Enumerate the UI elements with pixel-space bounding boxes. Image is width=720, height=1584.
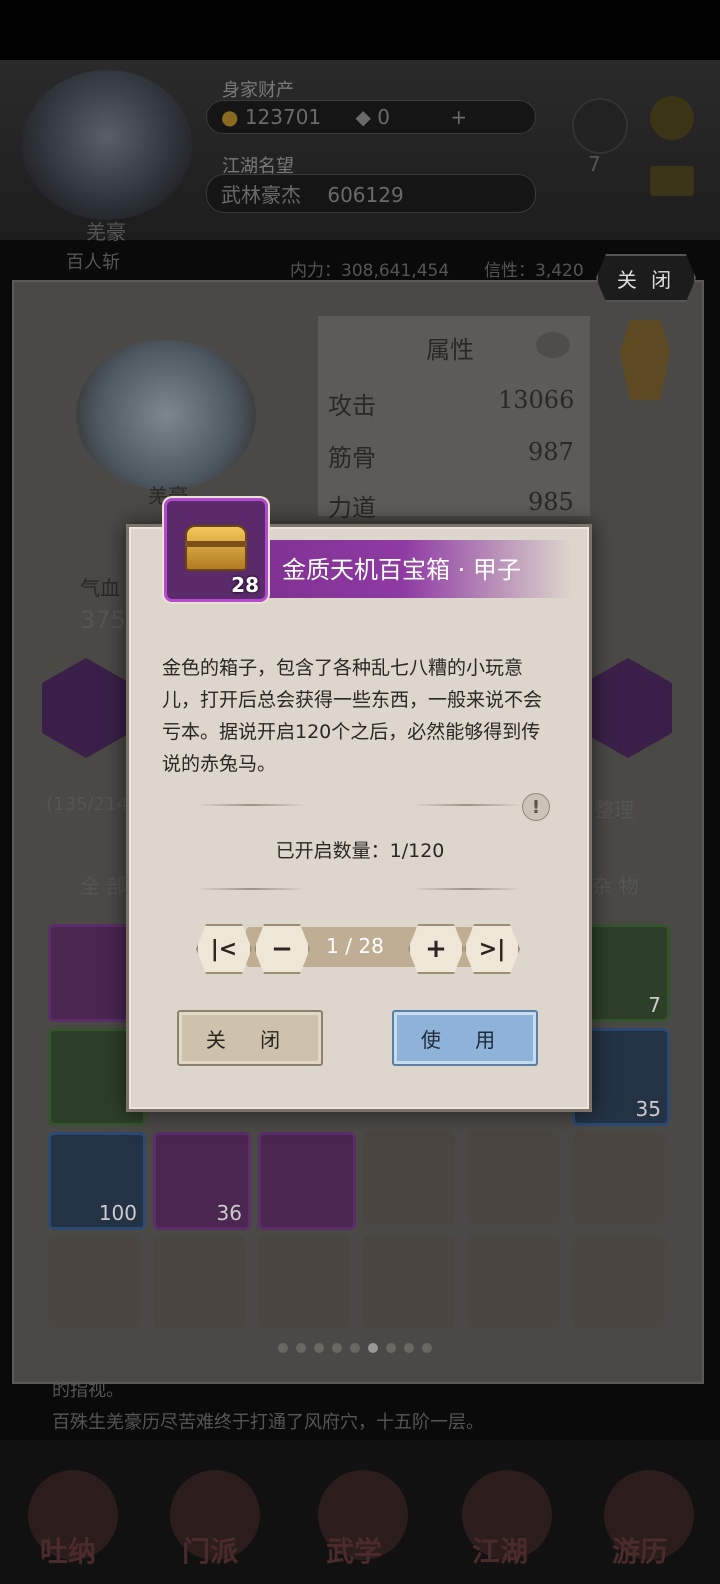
inventory-slot-empty[interactable] [363,1236,455,1328]
wealth-label: 身家财产 [222,80,294,101]
divider [196,888,306,890]
power-text: 内力：308,641,454 [290,261,450,281]
divider [412,804,522,806]
status-bar [0,0,720,60]
divider [196,804,306,806]
nav-label-wuxue: 武学 [326,1535,383,1568]
inventory-slot[interactable]: 36 [153,1132,251,1230]
slot-count: 36 [216,1201,242,1225]
level-badge: 7 [588,152,601,176]
jade-amount: 0 [377,105,391,129]
treasure-chest-icon [185,525,247,571]
last-page-button[interactable]: >| [464,924,520,974]
close-button[interactable]: 关 闭 [177,1010,323,1066]
inventory-slot-empty[interactable] [153,1236,245,1328]
nav-label-tuna: 吐纳 [40,1535,97,1568]
add-currency-button[interactable]: + [450,105,467,129]
character-portrait [76,340,256,490]
page-dot [422,1343,432,1353]
page-dot [404,1343,414,1353]
inventory-slot-empty[interactable] [468,1236,560,1328]
stat-attack-value: 13066 [498,386,575,414]
nav-label-jianghu: 江湖 [472,1535,529,1568]
gold-icon: ● [221,105,239,129]
page-dot [278,1343,288,1353]
qixue-label: 气血 [80,576,120,600]
quantity-value: 1 / 28 [326,934,384,958]
qixue-value: 375 [80,606,126,634]
page-indicator [274,1338,436,1357]
log-line: 的指视。 [52,1380,124,1401]
page-dot [296,1343,306,1353]
nav-label-menpai: 门派 [182,1535,239,1568]
player-avatar[interactable] [22,70,192,220]
fame-title: 武林豪杰 [221,183,301,207]
inventory-slot-empty[interactable] [48,1236,140,1328]
page-dot [314,1343,324,1353]
slot-count: 100 [98,1201,137,1225]
slot-count: 35 [635,1097,661,1121]
player-name: 羌豪 [86,220,126,244]
log-line: 百殊生羌豪历尽苦难终于打通了风府穴，十五阶一层。 [52,1412,484,1433]
inventory-slot-empty[interactable] [258,1236,350,1328]
item-description: 金色的箱子，包含了各种乱七八糟的小玩意儿，打开后总会获得一些东西，一般来说不会亏… [162,657,543,775]
inventory-slot-empty[interactable] [573,1236,665,1328]
plus-button[interactable]: + [408,924,464,974]
inventory-slot-empty[interactable] [573,1132,665,1224]
page-dot [350,1343,360,1353]
info-icon[interactable]: ! [522,793,550,821]
filter-all-tab[interactable]: 全 部 [80,870,126,899]
stat-bone-label: 筋骨 [328,444,376,472]
nav-label-youli: 游历 [612,1535,669,1568]
first-page-button[interactable]: |< [196,924,252,974]
page-dot [368,1343,378,1353]
inventory-slot[interactable]: 100 [48,1132,146,1230]
inventory-slot-empty[interactable] [468,1132,560,1224]
item-count: 28 [231,573,259,597]
sort-button[interactable]: 整理 [594,794,634,823]
stats-title: 属性 [426,336,474,364]
bag-capacity: (135/214 [46,794,128,815]
other-stat-text: 信性：3,420 [484,261,584,281]
inventory-slot[interactable] [258,1132,356,1230]
panel-close-button[interactable]: 关 闭 [596,254,696,302]
mail-icon[interactable] [650,166,694,196]
item-icon: 28 [164,498,268,602]
inventory-slot-empty[interactable] [363,1132,455,1224]
stat-strength-value: 985 [528,488,574,516]
stat-bone-value: 987 [528,438,574,466]
item-name: 金质天机百宝箱 · 甲子 [282,556,521,584]
gear-icon[interactable] [650,96,694,140]
slot-count: 7 [648,993,661,1017]
page-dot [332,1343,342,1353]
fame-value: 606129 [327,183,404,207]
use-button[interactable]: 使 用 [392,1010,538,1066]
opened-count: 已开启数量：1/120 [275,840,445,862]
stat-attack-label: 攻击 [328,392,376,420]
filter-misc-tab[interactable]: 杂 物 [592,870,638,899]
gold-amount: 123701 [244,105,322,129]
currency-bar: ● 123701 ◆ 0 + [206,100,536,134]
jade-icon: ◆ [355,105,371,129]
yinyang-icon[interactable] [572,98,628,154]
fame-bar: 武林豪杰 606129 [206,174,536,213]
stat-strength-label: 力道 [328,494,376,522]
divider [412,888,522,890]
chest-band [185,541,247,547]
player-tag: 百人斩 [66,252,120,273]
medal-icon[interactable] [620,320,670,400]
eye-icon[interactable] [536,332,570,358]
page-dot [386,1343,396,1353]
